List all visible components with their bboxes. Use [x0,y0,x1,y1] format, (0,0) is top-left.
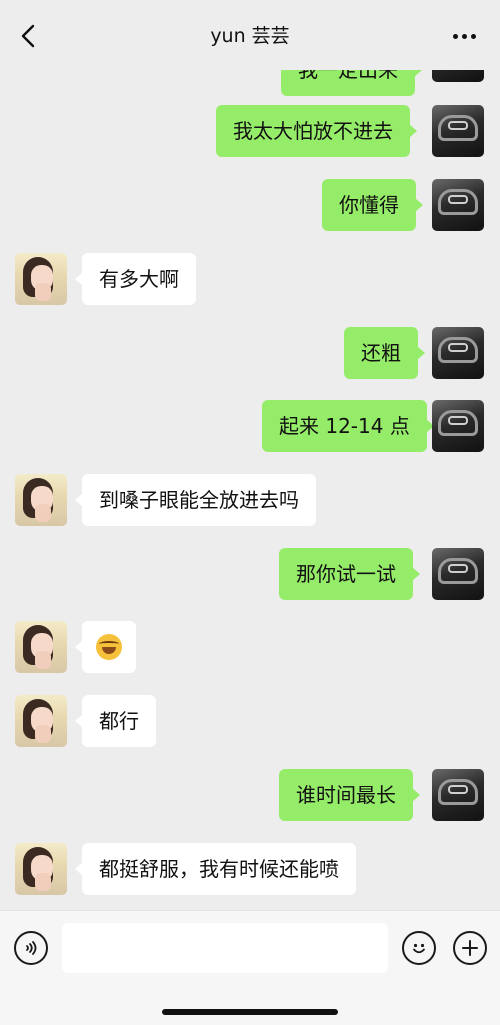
more-dots-icon [452,33,458,39]
message-bubble[interactable]: 都挺舒服，我有时候还能喷 [75,843,356,895]
avatar[interactable] [432,400,484,452]
more-dots-icon [470,33,476,39]
message-bubble[interactable]: 起来 12-14 点 [262,400,434,452]
input-bar [0,910,500,1025]
message-bubble[interactable]: 谁时间最长 [279,769,420,821]
message-bubble[interactable]: 还粗 [344,327,425,379]
message-bubble[interactable]: 到嗓子眼能全放进去吗 [75,474,316,526]
avatar[interactable] [432,105,484,157]
avatar[interactable] [432,548,484,600]
avatar[interactable] [15,474,67,526]
message-bubble[interactable]: 都行 [75,695,156,747]
more-options-button[interactable] [446,22,482,50]
smiley-icon [413,943,425,954]
avatar[interactable] [15,843,67,895]
message-bubble[interactable]: 你懂得 [322,179,423,231]
emoji-button[interactable] [402,931,436,965]
avatar[interactable] [432,179,484,231]
avatar[interactable] [15,695,67,747]
chat-header-overlay: yun 芸芸 [0,0,500,70]
voice-icon [26,941,37,955]
laughing-crying-emoji-icon [96,633,122,660]
message-bubble[interactable]: 有多大啊 [75,253,196,305]
message-bubble[interactable] [75,621,136,673]
avatar[interactable] [432,769,484,821]
message-input[interactable] [62,923,388,973]
voice-input-button[interactable] [14,931,48,965]
message-bubble[interactable]: 我太大怕放不进去 [216,105,417,157]
home-indicator[interactable] [162,1009,338,1015]
avatar[interactable] [15,253,67,305]
message-bubble[interactable]: 那你试一试 [279,548,420,600]
plus-icon [462,940,478,956]
more-dots-icon [461,33,467,39]
avatar[interactable] [15,621,67,673]
avatar[interactable] [432,327,484,379]
chat-title: yun 芸芸 [210,25,290,47]
more-functions-button[interactable] [453,931,487,965]
